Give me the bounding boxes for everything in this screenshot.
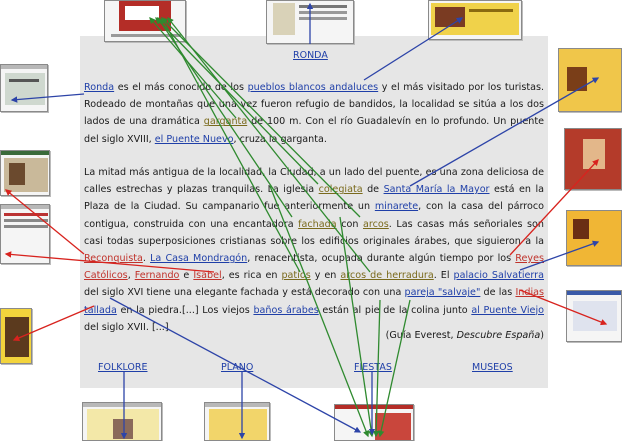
- link-pareja-salvaje[interactable]: pareja "salvaje": [405, 287, 481, 298]
- text: de: [362, 184, 384, 196]
- text: del siglo XVI tiene una elegante fachada…: [84, 287, 405, 299]
- text: . El: [433, 270, 454, 282]
- link-fernando[interactable]: Fernando: [135, 270, 180, 281]
- text: con: [336, 218, 363, 230]
- citation: (Guía Everest, Descubre España): [386, 330, 544, 341]
- text: ,: [127, 270, 135, 282]
- paragraph-ciudad: La mitad más antigua de la localidad, la…: [84, 164, 544, 336]
- text: , renacentista, ocupada durante algún ti…: [247, 253, 516, 265]
- link-reconquista[interactable]: Reconquista: [84, 253, 143, 264]
- paragraph-ronda-intro: Ronda es el más conocido de los pueblos …: [84, 79, 544, 148]
- thumbnail-page-reyes[interactable]: [0, 308, 32, 364]
- citation-open: (Guía Everest,: [385, 330, 457, 341]
- thumbnail-page-palacio[interactable]: [566, 210, 622, 266]
- text: de las: [480, 287, 516, 299]
- thumbnail-page-ronda[interactable]: [266, 0, 354, 44]
- text: del siglo XVII. [...]: [84, 321, 169, 333]
- link-fachada[interactable]: fachada: [298, 219, 336, 230]
- link-indias[interactable]: Indias: [515, 287, 544, 298]
- link-colegiata[interactable]: colegiata: [319, 184, 363, 195]
- thumbnail-page-plano[interactable]: [204, 402, 270, 441]
- nav-link-plano[interactable]: PLANO: [221, 362, 253, 373]
- thumbnail-page-map[interactable]: [0, 64, 48, 112]
- link-puente-nuevo[interactable]: el Puente Nuevo: [155, 134, 234, 145]
- thumbnail-page-church[interactable]: [0, 150, 50, 196]
- link-ronda[interactable]: Ronda: [84, 82, 114, 93]
- text: y en: [310, 270, 341, 282]
- link-arcos[interactable]: arcos: [363, 219, 389, 230]
- nav-link-folklore[interactable]: FOLKLORE: [98, 362, 148, 373]
- thumbnail-page-history[interactable]: [428, 0, 522, 40]
- link-garganta[interactable]: garganta: [204, 116, 247, 127]
- nav-link-museos[interactable]: MUSEOS: [472, 362, 513, 373]
- link-palacio-salvatierra[interactable]: palacio Salvatierra: [454, 270, 544, 281]
- link-casa-mondragon[interactable]: La Casa Mondragón: [150, 253, 247, 264]
- thumbnail-page-monument[interactable]: [564, 128, 622, 190]
- text: , cruza la garganta.: [233, 133, 327, 145]
- citation-book: Descubre España: [456, 330, 541, 341]
- citation-close: ): [540, 330, 544, 341]
- thumbnail-page-folklore[interactable]: [82, 402, 162, 441]
- link-puente-viejo[interactable]: al Puente Viejo: [471, 305, 544, 316]
- thumbnail-page-fiestas[interactable]: [334, 404, 414, 441]
- thumbnail-page-reconquista[interactable]: [0, 204, 50, 264]
- nav-link-fiestas[interactable]: FIESTAS: [354, 362, 392, 373]
- link-pueblos-blancos[interactable]: pueblos blancos andaluces: [248, 82, 379, 93]
- text: e: [179, 270, 194, 282]
- thumbnail-page-pueblos[interactable]: [558, 48, 622, 112]
- thumbnail-page-main[interactable]: [104, 0, 186, 42]
- link-arcos-herradura[interactable]: arcos de herradura: [340, 270, 433, 281]
- thumbnail-page-indias[interactable]: [566, 290, 622, 342]
- link-tallada[interactable]: tallada: [84, 305, 117, 316]
- link-banos-arabes[interactable]: baños árabes: [253, 305, 318, 316]
- text: están al pie de la colina junto: [318, 304, 472, 316]
- link-isabel[interactable]: Isabel: [193, 270, 221, 281]
- text: en la piedra.[...] Los viejos: [116, 304, 254, 316]
- link-santa-maria[interactable]: Santa María la Mayor: [384, 184, 490, 195]
- text: , es rica en: [221, 270, 282, 282]
- link-patios[interactable]: patios: [281, 270, 310, 281]
- nav-link-ronda[interactable]: RONDA: [293, 50, 328, 61]
- link-minarete[interactable]: minarete: [375, 201, 418, 212]
- text: .: [142, 253, 151, 265]
- text: es el más conocido de los: [114, 82, 248, 93]
